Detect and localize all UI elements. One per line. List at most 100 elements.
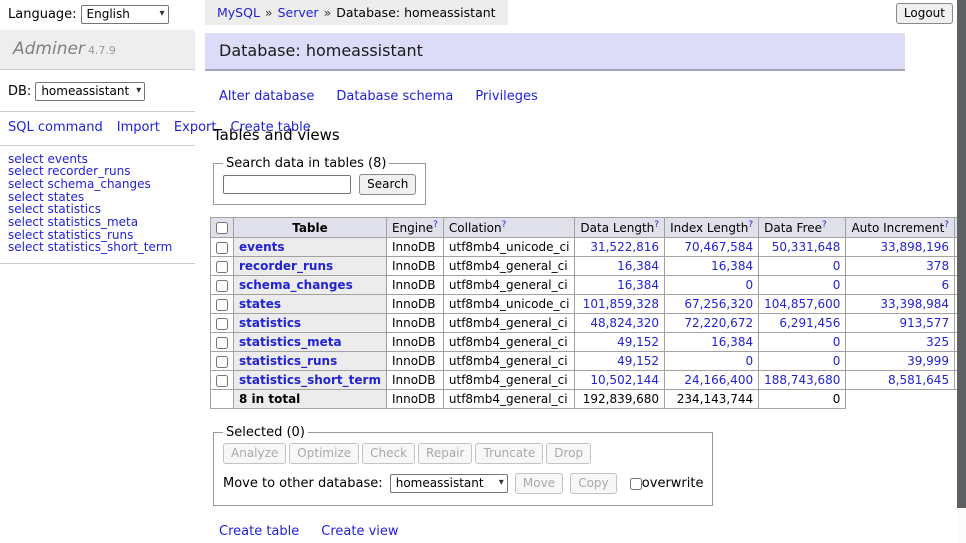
- data-free-cell-link[interactable]: 50,331,648: [772, 240, 841, 254]
- column-help-link[interactable]: ?: [502, 220, 507, 230]
- index-length-cell-link[interactable]: 0: [745, 278, 753, 292]
- auto-increment-cell-link[interactable]: 378: [926, 259, 949, 273]
- index-length-cell: 0: [665, 352, 759, 371]
- index-length-cell-link[interactable]: 70,467,584: [684, 240, 753, 254]
- data-free-cell: 0: [759, 276, 846, 295]
- selected-action-button[interactable]: Analyze: [223, 443, 286, 464]
- main-content: Database: homeassistant Alter databaseDa…: [205, 0, 905, 543]
- table-name-link[interactable]: recorder_runs: [239, 259, 333, 273]
- engine-cell: InnoDB: [386, 276, 443, 295]
- selected-action-button[interactable]: Drop: [546, 443, 591, 464]
- selected-action-button[interactable]: Repair: [418, 443, 472, 464]
- collation-cell: utf8mb4_general_ci: [443, 333, 575, 352]
- table-name-link[interactable]: statistics_meta: [239, 335, 342, 349]
- data-free-cell-link[interactable]: 0: [833, 335, 841, 349]
- column-help-link[interactable]: ?: [944, 220, 949, 230]
- total-data-free-cell: 0: [759, 390, 846, 409]
- index-length-cell-link[interactable]: 67,256,320: [684, 297, 753, 311]
- create-link[interactable]: Create table: [219, 524, 299, 539]
- chevron-down-icon: ▾: [499, 475, 504, 491]
- data-free-cell-link[interactable]: 0: [833, 354, 841, 368]
- data-length-cell-link[interactable]: 31,522,816: [590, 240, 659, 254]
- index-length-cell-link[interactable]: 24,166,400: [684, 373, 753, 387]
- search-input[interactable]: [223, 175, 351, 194]
- scrollbar-thumb[interactable]: [957, 0, 966, 508]
- sidebar-table-links: select eventsselect recorder_runsselect …: [0, 146, 195, 265]
- table-name-link[interactable]: events: [239, 240, 285, 254]
- row-checkbox[interactable]: [216, 337, 228, 349]
- row-checkbox[interactable]: [216, 356, 228, 368]
- index-length-cell: 24,166,400: [665, 371, 759, 390]
- sidebar-select-link[interactable]: select statistics_short_term: [8, 241, 187, 254]
- move-button[interactable]: Move: [515, 473, 563, 494]
- data-length-cell-link[interactable]: 16,384: [617, 278, 659, 292]
- auto-increment-cell-link[interactable]: 325: [926, 335, 949, 349]
- auto-increment-cell-link[interactable]: 33,898,196: [880, 240, 949, 254]
- create-link[interactable]: Create view: [321, 524, 398, 539]
- data-length-cell-link[interactable]: 49,152: [617, 354, 659, 368]
- data-length-cell-link[interactable]: 10,502,144: [590, 373, 659, 387]
- row-checkbox-cell: [211, 314, 234, 333]
- sidebar-select-link[interactable]: select recorder_runs: [8, 165, 187, 178]
- index-length-cell-link[interactable]: 0: [745, 354, 753, 368]
- selected-action-button[interactable]: Check: [362, 443, 415, 464]
- db-select[interactable]: homeassistant▾: [35, 82, 145, 101]
- move-db-select[interactable]: homeassistant▾: [390, 474, 508, 493]
- sidebar-action-link[interactable]: Import: [117, 120, 160, 135]
- row-checkbox[interactable]: [216, 261, 228, 273]
- scrollbar-track[interactable]: [957, 0, 966, 543]
- overwrite-checkbox[interactable]: [630, 478, 642, 490]
- column-help-link[interactable]: ?: [748, 220, 753, 230]
- sidebar-select-link[interactable]: select schema_changes: [8, 178, 187, 191]
- search-button[interactable]: Search: [359, 174, 416, 195]
- database-link[interactable]: Alter database: [219, 89, 314, 104]
- auto-increment-cell-link[interactable]: 8,581,645: [888, 373, 949, 387]
- selected-action-button[interactable]: Truncate: [475, 443, 543, 464]
- data-length-cell-link[interactable]: 49,152: [617, 335, 659, 349]
- selected-action-button[interactable]: Optimize: [289, 443, 359, 464]
- index-length-cell-link[interactable]: 16,384: [711, 335, 753, 349]
- data-length-cell: 49,152: [575, 333, 665, 352]
- database-link[interactable]: Privileges: [475, 89, 538, 104]
- auto-increment-cell-link[interactable]: 33,398,984: [880, 297, 949, 311]
- auto-increment-cell-link[interactable]: 6: [941, 278, 949, 292]
- db-label: DB:: [8, 84, 31, 99]
- column-help-link[interactable]: ?: [654, 220, 659, 230]
- column-help-link[interactable]: ?: [822, 220, 827, 230]
- auto-increment-cell: 913,577: [846, 314, 955, 333]
- table-name-link[interactable]: statistics_runs: [239, 354, 337, 368]
- table-name-link[interactable]: statistics_short_term: [239, 373, 381, 387]
- move-label: Move to other database:: [223, 476, 383, 491]
- row-checkbox[interactable]: [216, 318, 228, 330]
- auto-increment-cell-link[interactable]: 39,999: [907, 354, 949, 368]
- tables-heading: Tables and views: [213, 126, 905, 144]
- language-select[interactable]: English▾: [81, 5, 169, 24]
- table-name-link[interactable]: statistics: [239, 316, 301, 330]
- column-help-link[interactable]: ?: [433, 220, 438, 230]
- index-length-cell-link[interactable]: 72,220,672: [684, 316, 753, 330]
- auto-increment-cell-link[interactable]: 913,577: [899, 316, 949, 330]
- data-free-cell-link[interactable]: 6,291,456: [779, 316, 840, 330]
- data-free-cell-link[interactable]: 104,857,600: [764, 297, 840, 311]
- row-checkbox[interactable]: [216, 375, 228, 387]
- database-link[interactable]: Database schema: [336, 89, 453, 104]
- data-free-cell: 0: [759, 257, 846, 276]
- sidebar-select-link[interactable]: select statistics_meta: [8, 216, 187, 229]
- data-free-cell-link[interactable]: 0: [833, 278, 841, 292]
- row-checkbox[interactable]: [216, 280, 228, 292]
- row-checkbox[interactable]: [216, 299, 228, 311]
- select-all-checkbox[interactable]: [216, 222, 228, 234]
- copy-button[interactable]: Copy: [570, 473, 616, 494]
- data-free-cell-link[interactable]: 188,743,680: [764, 373, 840, 387]
- sidebar-action-link[interactable]: SQL command: [8, 120, 103, 135]
- table-name-link[interactable]: schema_changes: [239, 278, 353, 292]
- table-name-link[interactable]: states: [239, 297, 281, 311]
- engine-cell: InnoDB: [386, 371, 443, 390]
- data-length-cell-link[interactable]: 16,384: [617, 259, 659, 273]
- data-length-cell-link[interactable]: 101,859,328: [583, 297, 659, 311]
- row-checkbox[interactable]: [216, 242, 228, 254]
- data-free-cell-link[interactable]: 0: [833, 259, 841, 273]
- data-length-cell-link[interactable]: 48,824,320: [590, 316, 659, 330]
- index-length-cell-link[interactable]: 16,384: [711, 259, 753, 273]
- table-row: statistics_metaInnoDButf8mb4_general_ci4…: [211, 333, 966, 352]
